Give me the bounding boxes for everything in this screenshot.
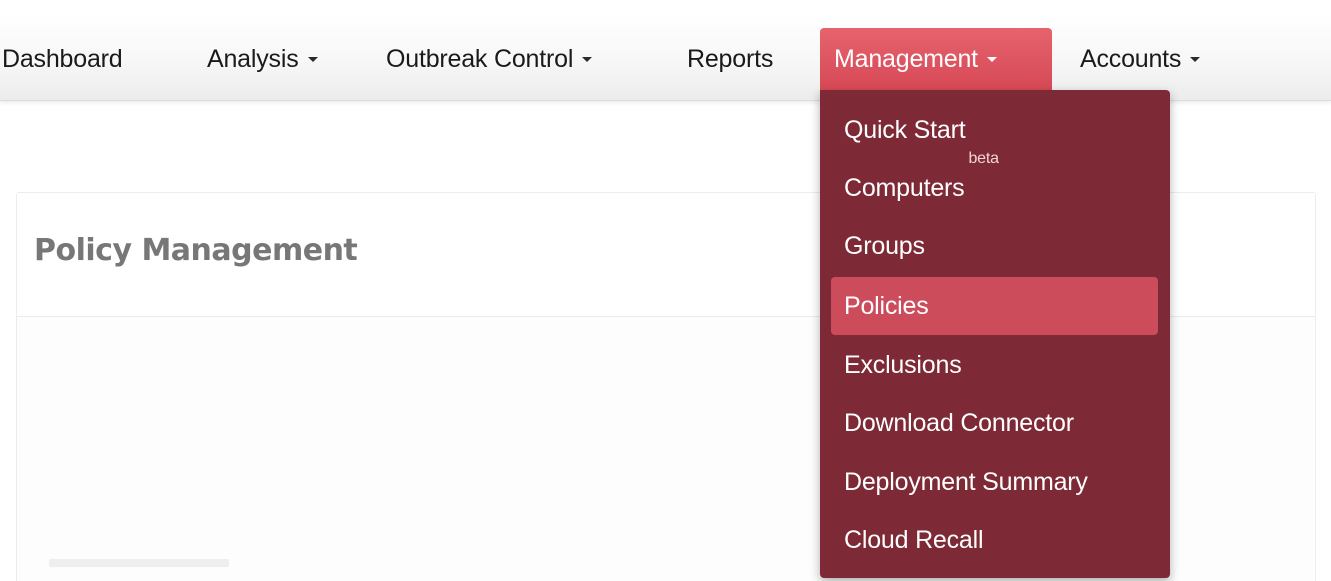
menu-item-label: Computers [844, 174, 965, 202]
beta-badge: beta [968, 150, 999, 167]
faded-placeholder [49, 559, 229, 567]
nav-analysis-label: Analysis [207, 45, 299, 73]
menu-item-label: Cloud Recall [844, 526, 984, 554]
nav-management[interactable]: Management [820, 28, 1052, 90]
caret-down-icon [582, 56, 593, 62]
menu-item-label: Quick Start [844, 116, 966, 144]
caret-down-icon [986, 56, 997, 62]
menu-item-computers[interactable]: Computersbeta [831, 151, 1158, 217]
nav-reports-label: Reports [687, 45, 774, 73]
menu-item-policies[interactable]: Policies [831, 277, 1158, 335]
menu-item-label: Groups [844, 232, 925, 260]
menu-item-cloud-recall[interactable]: Cloud Recall [831, 511, 1158, 569]
menu-item-label: Policies [844, 292, 929, 320]
menu-item-label: Exclusions [844, 351, 962, 379]
nav-accounts[interactable]: Accounts [1080, 28, 1201, 90]
caret-down-icon [1190, 56, 1201, 62]
top-navbar: Dashboard Analysis Outbreak Control Repo… [0, 14, 1331, 101]
nav-reports[interactable]: Reports [687, 28, 773, 90]
nav-management-label: Management [834, 45, 978, 73]
page-title: Policy Management [34, 233, 358, 268]
menu-item-groups[interactable]: Groups [831, 217, 1158, 275]
menu-item-label: Download Connector [844, 409, 1074, 437]
menu-item-exclusions[interactable]: Exclusions [831, 336, 1158, 394]
menu-item-download-connector[interactable]: Download Connector [831, 394, 1158, 452]
nav-dashboard-label: Dashboard [2, 45, 123, 73]
nav-dashboard[interactable]: Dashboard [2, 28, 123, 90]
page: Dashboard Analysis Outbreak Control Repo… [0, 0, 1331, 581]
nav-outbreak-control[interactable]: Outbreak Control [386, 28, 593, 90]
nav-outbreak-control-label: Outbreak Control [386, 45, 574, 73]
caret-down-icon [307, 56, 318, 62]
menu-item-deployment-summary[interactable]: Deployment Summary [831, 453, 1158, 511]
management-dropdown-menu: Quick Start Computersbeta Groups Policie… [820, 90, 1170, 578]
nav-accounts-label: Accounts [1080, 45, 1182, 73]
menu-item-label: Deployment Summary [844, 468, 1088, 496]
nav-analysis[interactable]: Analysis [207, 28, 318, 90]
